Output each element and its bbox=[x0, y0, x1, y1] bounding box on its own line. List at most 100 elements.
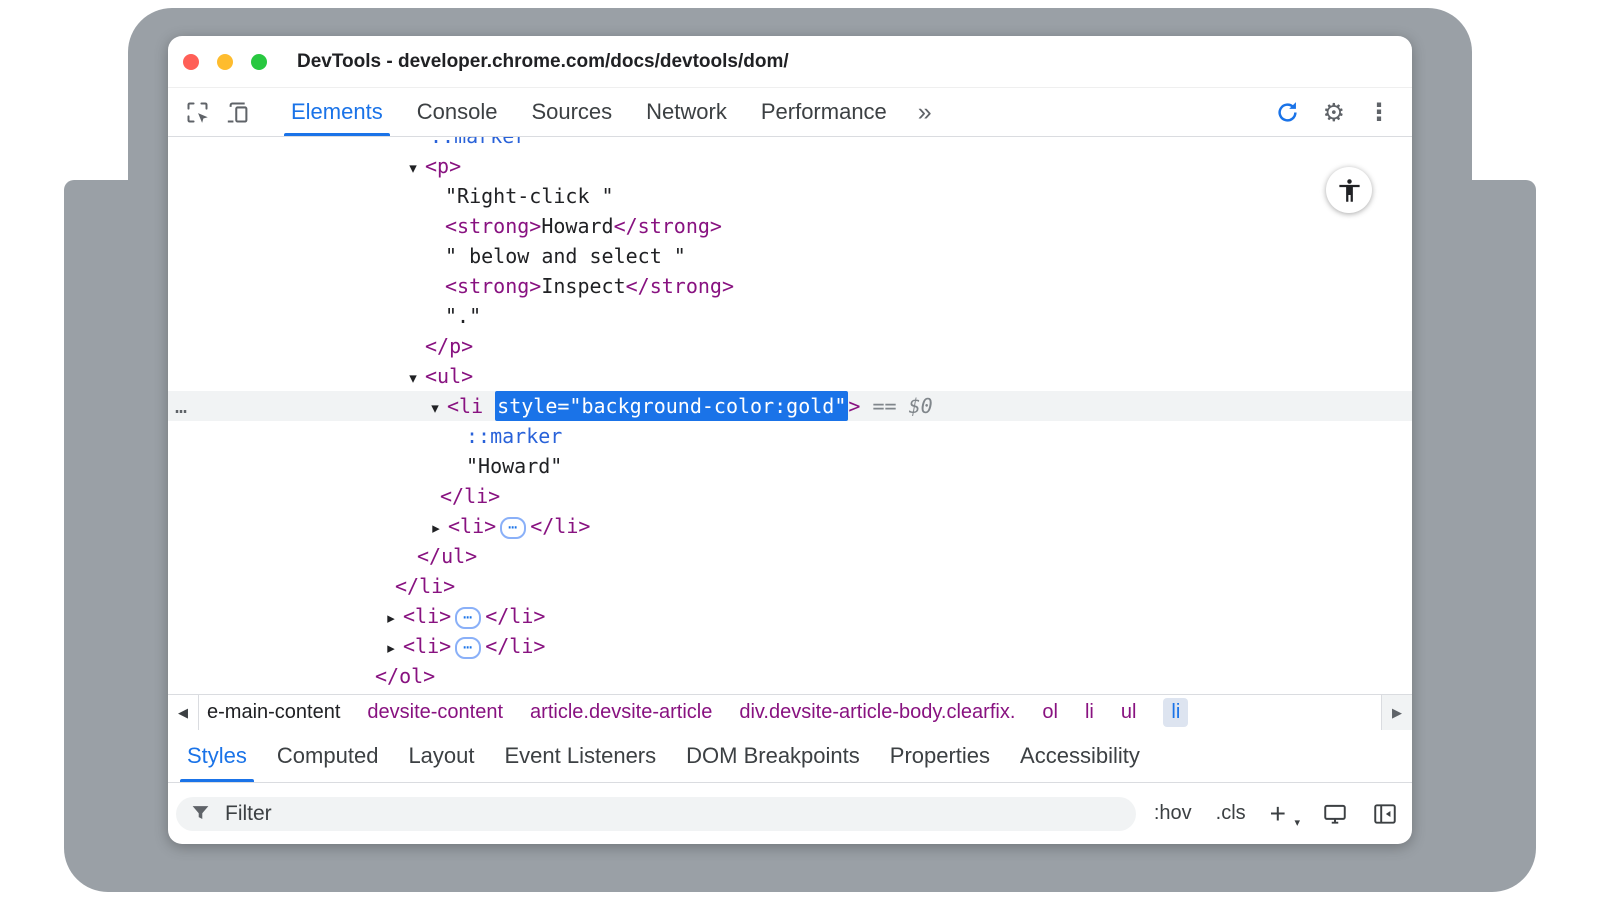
filter-funnel-icon bbox=[190, 803, 211, 824]
dom-tree-row[interactable]: </ul> bbox=[168, 541, 1412, 571]
pseudo-element-token: ::marker bbox=[466, 424, 562, 448]
styles-panel-tabs: Styles Computed LayoutEvent ListenersDOM B… bbox=[168, 730, 1412, 783]
maximize-window-button[interactable] bbox=[251, 54, 267, 70]
tab-network[interactable]: Network bbox=[629, 88, 744, 136]
dom-tree-panel: ::marker▾<p>"Right-click "<strong>Howard… bbox=[168, 137, 1412, 694]
dom-tree-row[interactable]: </ol> bbox=[168, 661, 1412, 691]
more-panels-chevron-icon[interactable]: » bbox=[912, 98, 938, 127]
tag-token: </li> bbox=[485, 634, 545, 658]
dom-tree-row[interactable]: <strong>Inspect</strong> bbox=[168, 271, 1412, 301]
breadcrumb-item-li[interactable]: li bbox=[1163, 698, 1188, 727]
tag-token: </li> bbox=[530, 514, 590, 538]
dom-tree-row[interactable]: ▸<li>⋯</li> bbox=[168, 511, 1412, 541]
breadcrumb-item-ol[interactable]: ol bbox=[1042, 701, 1058, 724]
disclosure-expanded-icon[interactable]: ▾ bbox=[404, 363, 422, 393]
styles-tab-dom-breakpoints[interactable]: DOM Breakpoints bbox=[671, 730, 875, 782]
dom-tree-row[interactable]: ▸<li>⋯</li> bbox=[168, 601, 1412, 631]
panel-tab-strip: Elements ConsoleSourcesNetwork Performance bbox=[274, 88, 904, 136]
tab-elements[interactable]: Elements bbox=[274, 88, 400, 136]
tag-token: <p> bbox=[425, 154, 461, 178]
toggle-hover-state-button[interactable]: :hov bbox=[1154, 802, 1192, 825]
dom-tree-row[interactable]: ::marker bbox=[168, 137, 1412, 151]
tab-label: Performance bbox=[761, 99, 887, 125]
dom-tree-row[interactable]: "Howard" bbox=[168, 451, 1412, 481]
filter-input[interactable] bbox=[223, 801, 1122, 827]
ellipsis-expand-button[interactable]: ⋯ bbox=[500, 517, 526, 539]
tab-performance[interactable]: Performance bbox=[744, 88, 904, 136]
disclosure-collapsed-icon[interactable]: ▸ bbox=[427, 513, 445, 543]
breadcrumb-item-article-devsite-article[interactable]: article.devsite-article bbox=[530, 701, 712, 724]
dom-tree-row[interactable]: ▾<ul> bbox=[168, 361, 1412, 391]
styles-tab-styles[interactable]: Styles bbox=[172, 730, 262, 782]
disclosure-collapsed-icon[interactable]: ▸ bbox=[382, 603, 400, 633]
disclosure-expanded-icon[interactable]: ▾ bbox=[426, 393, 444, 423]
tag-token: </strong> bbox=[626, 274, 734, 298]
disclosure-collapsed-icon[interactable]: ▸ bbox=[382, 633, 400, 663]
styles-tab-accessibility[interactable]: Accessibility bbox=[1005, 730, 1155, 782]
styles-tab-computed[interactable]: Computed bbox=[262, 730, 394, 782]
row-overflow-icon: … bbox=[175, 391, 188, 421]
accessibility-person-icon bbox=[1336, 177, 1363, 204]
inspect-element-icon[interactable] bbox=[184, 99, 211, 126]
breadcrumb-item-li[interactable]: li bbox=[1085, 701, 1094, 724]
toggle-class-button[interactable]: .cls bbox=[1216, 802, 1246, 825]
disclosure-expanded-icon[interactable]: ▾ bbox=[404, 153, 422, 183]
styles-filter-field[interactable] bbox=[176, 797, 1136, 831]
sidebar-toggle-icon[interactable] bbox=[1372, 801, 1398, 827]
tag-token: <strong> bbox=[445, 214, 541, 238]
settings-gear-icon[interactable]: ⚙ bbox=[1323, 98, 1345, 127]
breadcrumb-item-div-devsite-article-body-clearfix[interactable]: div.devsite-article-body.clearfix. bbox=[739, 701, 1015, 724]
dom-tree-row[interactable]: <strong>Howard</strong> bbox=[168, 211, 1412, 241]
selected-attribute-value[interactable]: style="background-color:gold" bbox=[495, 391, 848, 421]
styles-tab-label: Styles bbox=[187, 743, 247, 769]
left-arrow-icon: ◀ bbox=[178, 705, 188, 721]
tag-token: <strong> bbox=[445, 274, 541, 298]
tag-token: </li> bbox=[440, 484, 500, 508]
tab-label: Elements bbox=[291, 99, 383, 125]
title-bar: DevTools - developer.chrome.com/docs/dev… bbox=[168, 36, 1412, 88]
tag-token: </li> bbox=[485, 604, 545, 628]
tag-token: </ul> bbox=[417, 544, 477, 568]
ellipsis-expand-button[interactable]: ⋯ bbox=[455, 637, 481, 659]
plus-icon: + bbox=[1270, 798, 1286, 829]
breadcrumb-item-devsite-content[interactable]: devsite-content bbox=[367, 701, 503, 724]
accessibility-floating-button[interactable] bbox=[1326, 167, 1372, 213]
device-toolbar-icon[interactable] bbox=[225, 99, 252, 126]
close-window-button[interactable] bbox=[183, 54, 199, 70]
new-style-rule-button[interactable]: + ▾ bbox=[1270, 800, 1298, 828]
styles-tab-properties[interactable]: Properties bbox=[875, 730, 1005, 782]
dom-tree-row[interactable]: ▸<li>⋯</li> bbox=[168, 631, 1412, 661]
kebab-menu-icon[interactable]: ⋮ bbox=[1367, 98, 1391, 126]
text-node-token: "Right-click " bbox=[445, 184, 614, 208]
equals-sign: == bbox=[872, 394, 896, 418]
tag-token: <li> bbox=[403, 604, 451, 628]
dom-tree-row[interactable]: …▾<li style="background-color:gold"> == … bbox=[168, 391, 1412, 421]
tab-console[interactable]: Console bbox=[400, 88, 515, 136]
whitespace bbox=[897, 394, 909, 418]
dom-tree-row[interactable]: </li> bbox=[168, 481, 1412, 511]
right-arrow-icon: ▶ bbox=[1392, 705, 1402, 721]
breadcrumb-scroll-left-button[interactable]: ◀ bbox=[168, 695, 199, 730]
styles-tab-label: Computed bbox=[277, 743, 379, 769]
dom-tree-row[interactable]: " below and select " bbox=[168, 241, 1412, 271]
ellipsis-expand-button[interactable]: ⋯ bbox=[455, 607, 481, 629]
dom-tree-row[interactable]: ▾<p> bbox=[168, 151, 1412, 181]
text-node-token: Inspect bbox=[541, 274, 625, 298]
breadcrumb-item-e-main-content[interactable]: e-main-content bbox=[207, 701, 340, 724]
dom-tree-row[interactable]: </p> bbox=[168, 331, 1412, 361]
caret-down-icon: ▾ bbox=[1294, 817, 1300, 828]
breadcrumb-item-ul[interactable]: ul bbox=[1121, 701, 1137, 724]
styles-tab-layout[interactable]: Layout bbox=[393, 730, 489, 782]
minimize-window-button[interactable] bbox=[217, 54, 233, 70]
tag-token: </ol> bbox=[375, 664, 435, 688]
styles-tab-event-listeners[interactable]: Event Listeners bbox=[490, 730, 672, 782]
dom-tree-row[interactable]: ::marker bbox=[168, 421, 1412, 451]
rendering-emulation-icon[interactable] bbox=[1322, 801, 1348, 827]
dom-tree-row[interactable]: "Right-click " bbox=[168, 181, 1412, 211]
sync-icon[interactable] bbox=[1274, 99, 1301, 126]
dom-tree-row[interactable]: </li> bbox=[168, 571, 1412, 601]
tag-token: <ul> bbox=[425, 364, 473, 388]
dom-tree-row[interactable]: "." bbox=[168, 301, 1412, 331]
tab-sources[interactable]: Sources bbox=[514, 88, 629, 136]
breadcrumb-scroll-right-button[interactable]: ▶ bbox=[1381, 695, 1412, 730]
